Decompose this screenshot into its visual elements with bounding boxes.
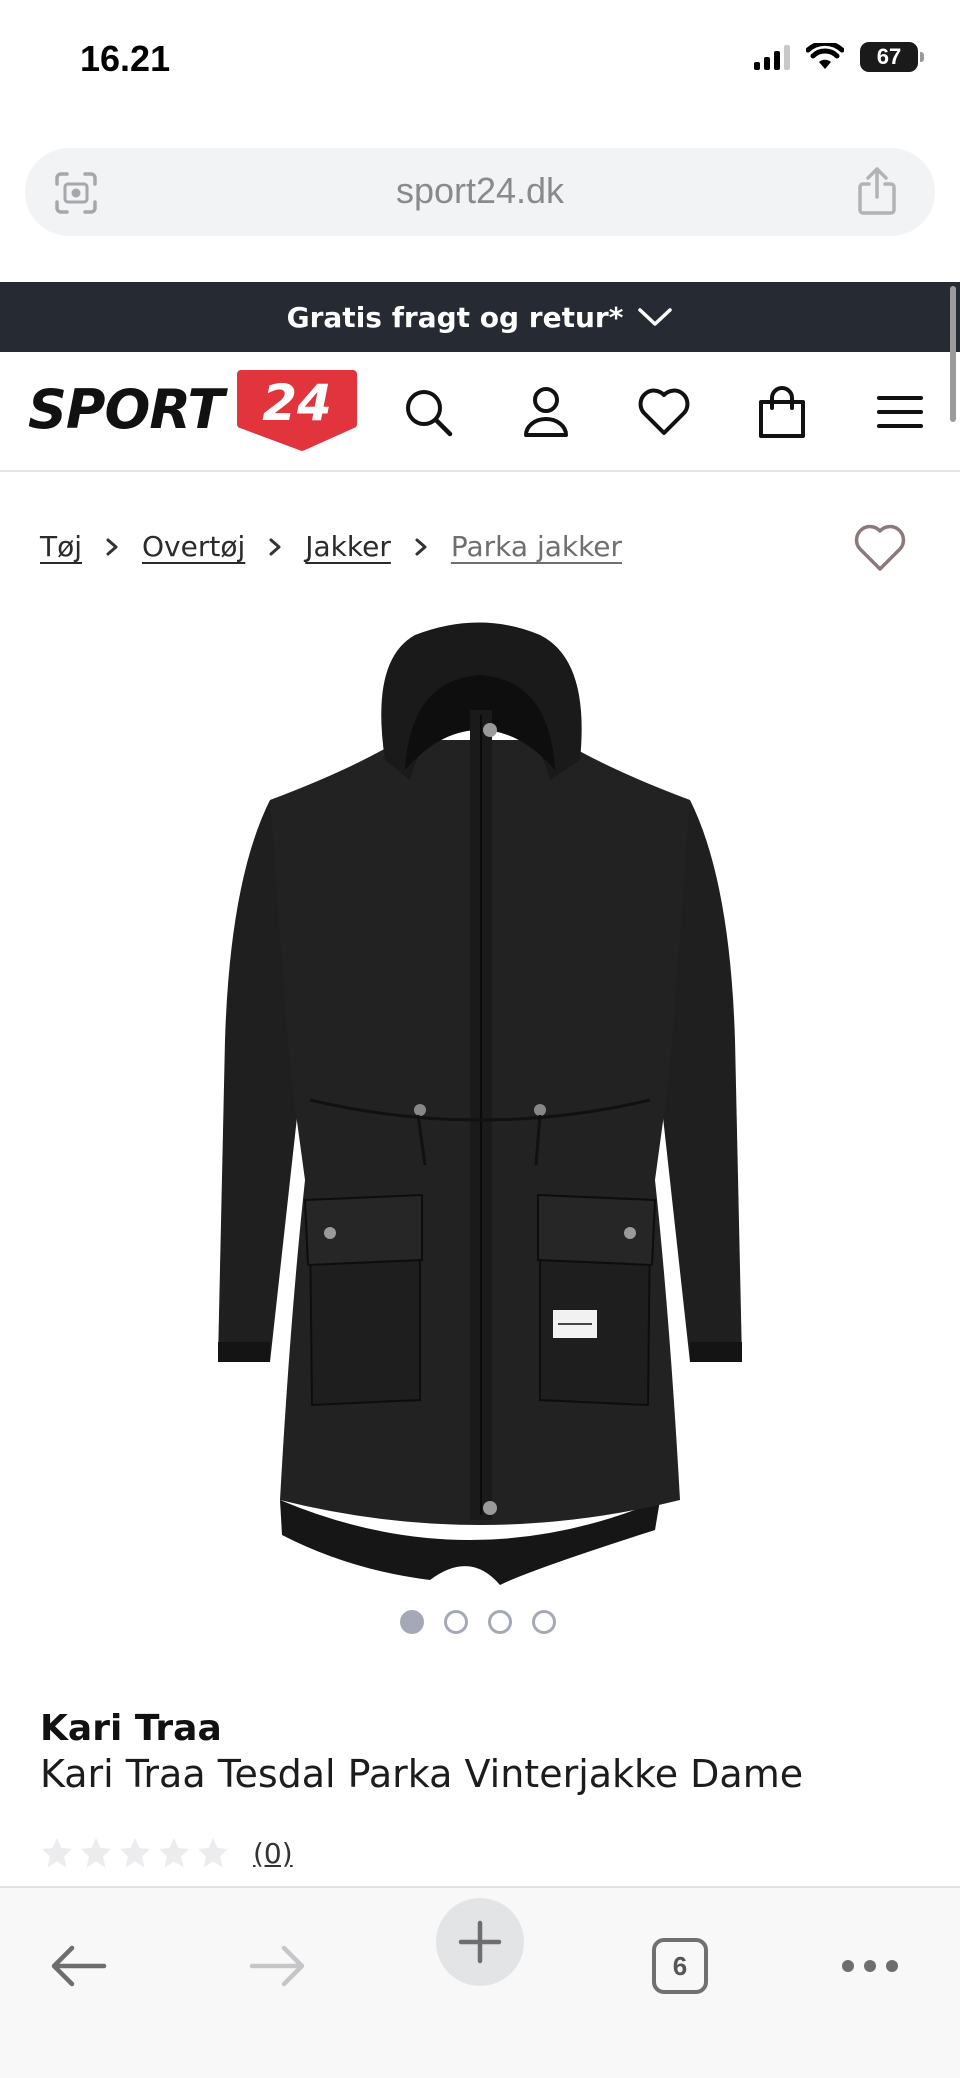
review-count-link[interactable]: (0) <box>253 1837 293 1870</box>
bag-icon <box>759 386 805 438</box>
browser-toolbar: 6 <box>0 1886 960 2078</box>
logo-word: SPORT <box>28 377 224 441</box>
site-header: SPORT 24 <box>0 352 960 472</box>
new-tab-button[interactable] <box>436 1898 524 1986</box>
promo-banner[interactable]: Gratis fragt og retur* <box>0 282 960 352</box>
breadcrumb-item-parka-jakker[interactable]: Parka jakker <box>451 530 622 563</box>
chevron-down-icon <box>638 308 673 326</box>
chevron-right-icon <box>106 538 118 555</box>
forward-button[interactable] <box>238 1926 318 2006</box>
address-bar[interactable]: sport24.dk <box>25 148 935 236</box>
status-time: 16.21 <box>80 38 171 79</box>
star-icon <box>159 1838 189 1868</box>
arrow-left-icon <box>51 1945 107 1987</box>
breadcrumb-item-overtoj[interactable]: Overtøj <box>142 530 245 563</box>
carousel-dot[interactable] <box>532 1610 556 1634</box>
star-icon <box>120 1838 150 1868</box>
wifi-icon <box>806 43 844 69</box>
search-button[interactable] <box>398 382 458 442</box>
menu-icon <box>877 396 923 428</box>
star-icon <box>198 1838 228 1868</box>
carousel-dot[interactable] <box>444 1610 468 1634</box>
status-bar: 16.21 67 <box>0 0 960 125</box>
menu-button[interactable] <box>870 382 930 442</box>
logo-badge: 24 <box>237 370 358 451</box>
wishlist-button[interactable] <box>634 382 694 442</box>
cart-button[interactable] <box>752 382 812 442</box>
star-icon <box>42 1838 72 1868</box>
tabs-count: 6 <box>652 1938 708 1994</box>
breadcrumb-item-toj[interactable]: Tøj <box>40 530 82 563</box>
logo-number: 24 <box>263 374 333 432</box>
breadcrumb: Tøj Overtøj Jakker Parka jakker <box>40 530 622 563</box>
battery-icon: 67 <box>860 42 924 72</box>
carousel-dot[interactable] <box>400 1610 424 1634</box>
carousel-dot[interactable] <box>488 1610 512 1634</box>
tabs-button[interactable]: 6 <box>640 1926 720 2006</box>
heart-icon <box>638 388 690 435</box>
promo-text: Gratis fragt og retur* <box>286 300 624 334</box>
plus-icon <box>458 1920 502 1964</box>
share-icon[interactable] <box>855 166 899 216</box>
chevron-right-icon <box>269 538 281 555</box>
product-rating[interactable]: (0) <box>40 1836 293 1870</box>
more-button[interactable] <box>830 1926 910 2006</box>
status-icons: 67 <box>754 42 924 72</box>
more-dots-icon <box>842 1960 898 1972</box>
back-button[interactable] <box>38 1926 118 2006</box>
arrow-right-icon <box>249 1945 305 1987</box>
url-text[interactable]: sport24.dk <box>25 170 935 212</box>
breadcrumb-item-jakker[interactable]: Jakker <box>305 530 391 563</box>
site-logo[interactable]: SPORT 24 <box>28 366 361 452</box>
product-brand[interactable]: Kari Traa <box>40 1708 222 1749</box>
carousel-dots <box>400 1610 556 1634</box>
account-button[interactable] <box>516 382 576 442</box>
star-icon <box>81 1838 111 1868</box>
search-icon <box>406 390 453 437</box>
product-title: Kari Traa Tesdal Parka Vinterjakke Dame <box>40 1752 804 1796</box>
chevron-right-icon <box>415 538 427 555</box>
product-image[interactable] <box>200 620 760 1600</box>
review-count[interactable]: (0) <box>253 1837 293 1870</box>
account-icon <box>524 387 568 437</box>
add-to-wishlist-heart-icon[interactable] <box>852 522 908 574</box>
cellular-signal-icon <box>754 44 790 70</box>
